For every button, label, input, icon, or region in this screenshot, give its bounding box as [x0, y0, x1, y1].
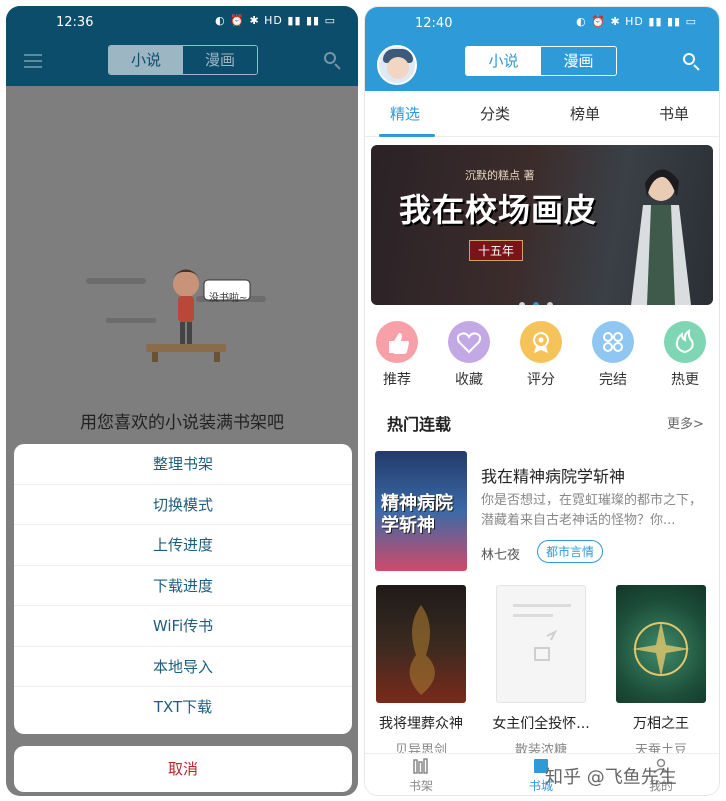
tab-categories[interactable]: 分类: [480, 103, 510, 124]
empty-bubble-text: 没书啦~: [209, 293, 248, 304]
watermark: 知乎 @飞鱼先生: [545, 767, 677, 788]
bookshelf-icon: [412, 758, 430, 774]
content-type-toggle: 小说 漫画: [465, 46, 617, 76]
heart-icon: [448, 321, 490, 363]
quick-completed[interactable]: 完结: [583, 321, 643, 389]
medal-icon: [520, 321, 562, 363]
status-time: 12:40: [415, 16, 453, 31]
status-icons: ◐ ⏰ ✱ HD ▮▮ ▮▮ ▭: [215, 14, 336, 27]
book-title: 我将埋葬众神: [379, 716, 463, 732]
banner-dot[interactable]: [547, 302, 553, 305]
book-card[interactable]: 女主们全投怀... 散装浓糖: [491, 585, 591, 758]
section-title: 热门连载: [387, 415, 452, 434]
empty-shelf-message: 用您喜欢的小说装满书架吧: [80, 413, 284, 433]
quick-rating-label: 评分: [527, 372, 555, 388]
status-bar: 12:36 ◐ ⏰ ✱ HD ▮▮ ▮▮ ▭: [6, 6, 358, 36]
banner-pagination: [519, 293, 561, 305]
menu-icon[interactable]: [24, 54, 42, 68]
content-type-toggle: 小说 漫画: [108, 45, 258, 75]
book-title: 女主们全投怀...: [492, 716, 590, 732]
empty-shelf-illustration: [86, 269, 266, 362]
sheet-item-txt-download[interactable]: TXT下载: [14, 687, 352, 728]
featured-book[interactable]: 精神病院学斩神 我在精神病院学斩神 你是否想过，在霓虹璀璨的都市之下，潜藏着来自…: [375, 451, 711, 573]
featured-book-description: 你是否想过，在霓虹璀璨的都市之下，潜藏着来自古老神话的怪物？你...: [481, 493, 703, 528]
book-title: 万相之王: [633, 716, 689, 732]
search-icon[interactable]: [683, 53, 701, 71]
status-time: 12:36: [56, 15, 94, 30]
banner-dot[interactable]: [519, 302, 525, 305]
avatar[interactable]: [377, 45, 417, 85]
sheet-item-wifi-transfer[interactable]: WiFi传书: [14, 606, 352, 647]
tab-rankings[interactable]: 榜单: [570, 103, 600, 124]
flower-icon: [592, 321, 634, 363]
tab-novel[interactable]: 小说: [466, 47, 541, 75]
featured-book-title[interactable]: 我在精神病院学斩神: [481, 463, 625, 487]
quick-favorites[interactable]: 收藏: [439, 321, 499, 389]
tab-featured[interactable]: 精选: [390, 103, 420, 124]
section-tabs: 精选 分类 榜单 书单: [365, 91, 719, 137]
featured-book-author: 林七夜: [481, 548, 521, 563]
right-screen: 12:40 ◐ ⏰ ✱ HD ▮▮ ▮▮ ▭ 小说 漫画 精选 分类 榜单 书单…: [364, 6, 720, 796]
banner-dot-active[interactable]: [533, 302, 539, 305]
book-cover-placeholder[interactable]: [496, 585, 586, 703]
featured-book-cover-title: 精神病院学斩神: [381, 493, 453, 536]
thumb-up-icon: [376, 321, 418, 363]
search-icon[interactable]: [324, 52, 342, 70]
banner-title: 我在校场画皮: [399, 191, 598, 229]
book-cover[interactable]: [376, 585, 466, 703]
nav-bookshelf-label: 书架: [408, 779, 433, 793]
status-icons: ◐ ⏰ ✱ HD ▮▮ ▮▮ ▭: [576, 15, 697, 28]
sheet-item-switch-mode[interactable]: 切换模式: [14, 485, 352, 525]
book-card[interactable]: 我将埋葬众神 贝异思剑: [371, 585, 471, 758]
quick-favorites-label: 收藏: [455, 372, 483, 388]
quick-hot-updates-label: 热更: [671, 372, 699, 388]
status-bar: 12:40 ◐ ⏰ ✱ HD ▮▮ ▮▮ ▭: [365, 7, 719, 37]
quick-categories: 推荐 收藏 评分 完结 热更: [365, 321, 719, 399]
left-screen: 12:36 ◐ ⏰ ✱ HD ▮▮ ▮▮ ▭ 小说 漫画 没书啦~ 用您喜欢的小…: [6, 6, 358, 796]
quick-recommend-label: 推荐: [383, 372, 411, 388]
active-tab-indicator: [379, 134, 435, 137]
tab-comic[interactable]: 漫画: [541, 47, 616, 75]
header: 12:40 ◐ ⏰ ✱ HD ▮▮ ▮▮ ▭ 小说 漫画: [365, 7, 719, 91]
more-link[interactable]: 更多>: [667, 413, 704, 432]
tab-booklists[interactable]: 书单: [659, 103, 689, 124]
banner[interactable]: 沉默的糕点 著 我在校场画皮 十五年: [371, 145, 713, 305]
sheet-item-download-progress[interactable]: 下载进度: [14, 566, 352, 606]
sheet-item-local-import[interactable]: 本地导入: [14, 647, 352, 687]
sheet-item-organize[interactable]: 整理书架: [14, 444, 352, 485]
tab-comic[interactable]: 漫画: [183, 46, 257, 74]
genre-badge[interactable]: 都市言情: [537, 540, 604, 563]
banner-tag: 十五年: [469, 240, 524, 261]
flame-icon: [664, 321, 706, 363]
sheet-item-upload-progress[interactable]: 上传进度: [14, 525, 352, 566]
book-card[interactable]: 万相之王 天蚕土豆: [611, 585, 711, 758]
banner-character-art: [631, 169, 691, 305]
quick-hot-updates[interactable]: 热更: [655, 321, 715, 389]
featured-book-cover[interactable]: 精神病院学斩神: [375, 451, 467, 571]
banner-subtitle: 沉默的糕点 著: [465, 169, 535, 182]
header: 12:36 ◐ ⏰ ✱ HD ▮▮ ▮▮ ▭ 小说 漫画: [6, 6, 358, 86]
cancel-button[interactable]: 取消: [14, 746, 352, 792]
nav-bookshelf[interactable]: 书架: [391, 758, 451, 794]
quick-recommend[interactable]: 推荐: [367, 321, 427, 389]
quick-completed-label: 完结: [599, 372, 627, 388]
book-cover[interactable]: [616, 585, 706, 703]
action-sheet: 整理书架 切换模式 上传进度 下载进度 WiFi传书 本地导入 TXT下载: [14, 444, 352, 734]
tab-novel[interactable]: 小说: [109, 46, 183, 74]
quick-rating[interactable]: 评分: [511, 321, 571, 389]
